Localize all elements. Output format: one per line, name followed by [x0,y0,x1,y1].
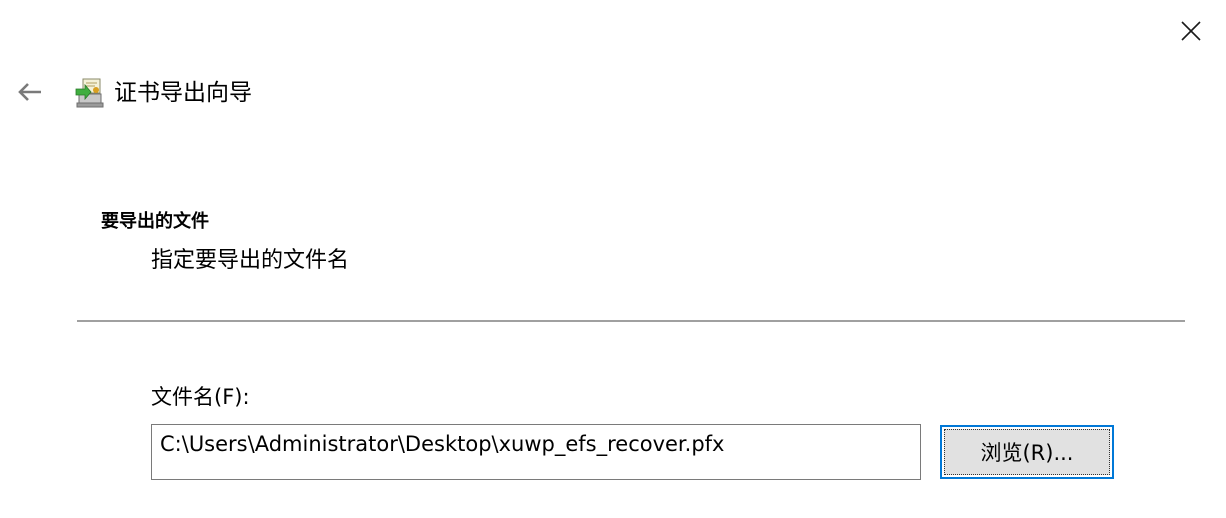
back-arrow-icon [18,83,41,101]
certificate-export-wizard-window: 证书导出向导 要导出的文件 指定要导出的文件名 文件名(F): C:\Users… [0,0,1226,518]
page-heading: 要导出的文件 [101,211,209,232]
page-description: 指定要导出的文件名 [151,248,350,273]
back-button[interactable] [14,76,46,108]
close-button[interactable] [1172,12,1210,50]
file-name-label: 文件名(F): [151,385,250,409]
file-name-input[interactable]: C:\Users\Administrator\Desktop\xuwp_efs_… [151,424,921,480]
certificate-wizard-icon [75,78,104,108]
browse-button-label: 浏览(R)... [944,429,1110,475]
close-icon [1181,21,1201,41]
header-divider [77,320,1185,322]
browse-button[interactable]: 浏览(R)... [940,425,1114,479]
wizard-title: 证书导出向导 [114,80,252,106]
